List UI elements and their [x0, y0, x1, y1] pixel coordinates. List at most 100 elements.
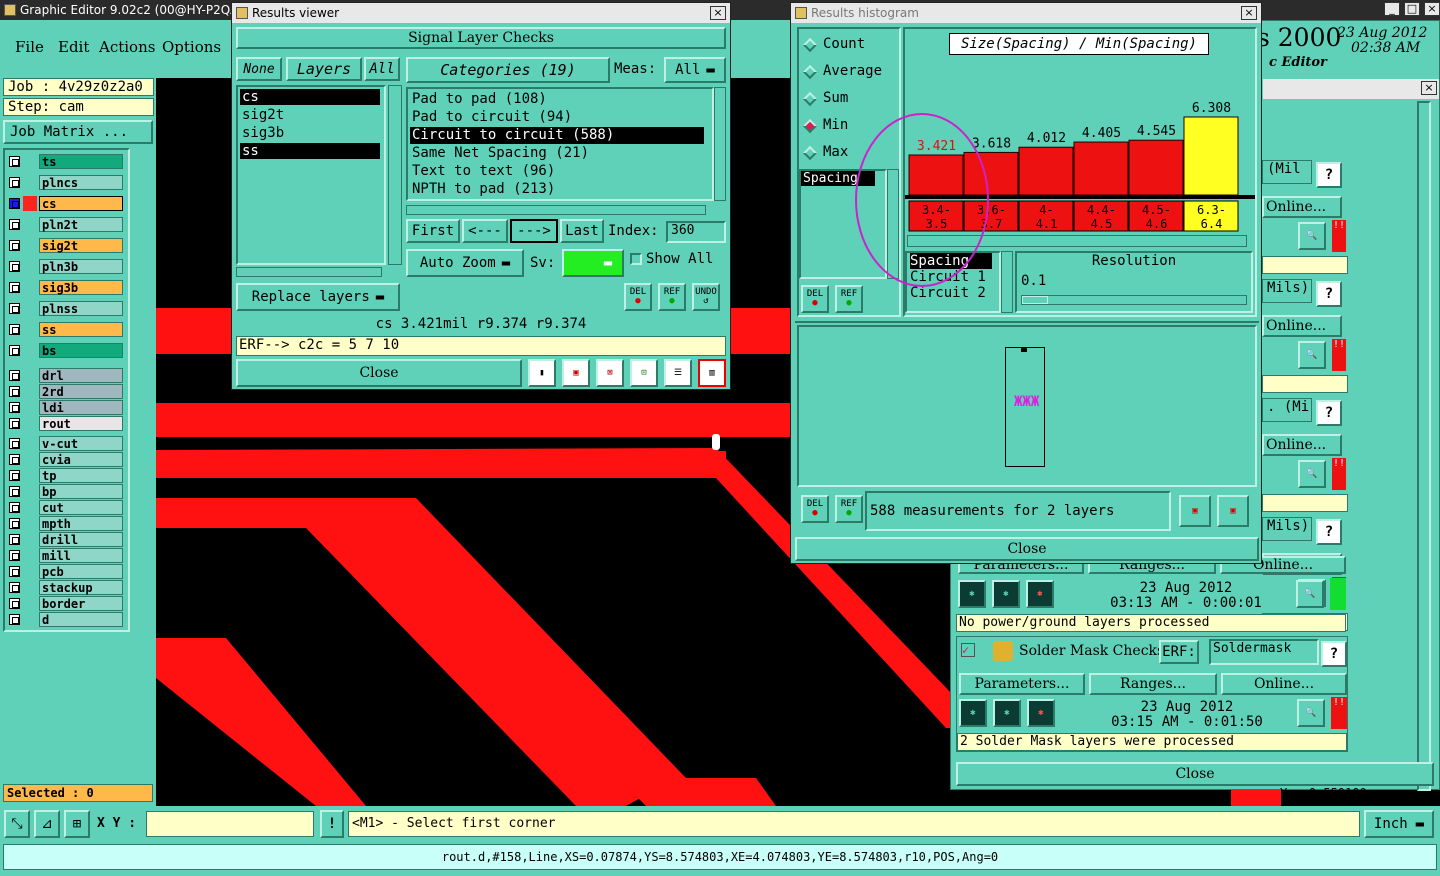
histogram-bar[interactable]	[1073, 141, 1129, 196]
erf-icon[interactable]: ⊠	[596, 359, 624, 387]
layer-row-stackup[interactable]: stackup	[7, 580, 125, 595]
resolution-slider[interactable]	[1021, 295, 1247, 305]
layer-row-ldi[interactable]: ldi	[7, 400, 125, 415]
histogram-close-button[interactable]: Close	[795, 537, 1259, 561]
layer-checkbox[interactable]	[9, 282, 20, 293]
next-button[interactable]: --->	[510, 219, 558, 243]
run-icon[interactable]: ✱	[992, 580, 1020, 608]
layer-row-border[interactable]: border	[7, 596, 125, 611]
category-item[interactable]: NPTH to pad (213)	[410, 181, 704, 198]
help-icon[interactable]: ?	[1316, 281, 1342, 307]
export-icon[interactable]: ▣	[1179, 495, 1211, 527]
layers-none-button[interactable]: None	[236, 57, 282, 81]
result-layer-item[interactable]: ss	[240, 143, 380, 159]
layer-row-bp[interactable]: bp	[7, 484, 125, 499]
layer-checkbox[interactable]	[9, 598, 20, 609]
erf-field[interactable]: Soldermask	[1209, 639, 1319, 665]
layer-name[interactable]: d	[39, 612, 123, 627]
layer-row-rout[interactable]: rout	[7, 416, 125, 431]
layer-row-plnss[interactable]: plnss	[7, 301, 125, 316]
layer-name[interactable]: ldi	[39, 400, 123, 415]
help-icon[interactable]: ?	[1321, 641, 1347, 667]
zoom-icon[interactable]: 🔍	[1297, 699, 1325, 727]
close-main-button[interactable]: ×	[1424, 2, 1440, 16]
range-field[interactable]: Mils)	[1262, 279, 1312, 303]
layer-name[interactable]: bp	[39, 484, 123, 499]
option-count[interactable]: Count	[799, 35, 895, 57]
run-icon[interactable]: ✱	[1026, 580, 1054, 608]
layer-name[interactable]: pln3b	[39, 259, 123, 274]
histogram-bar[interactable]	[1018, 146, 1074, 196]
layer-row-mill[interactable]: mill	[7, 548, 125, 563]
del-icon[interactable]: DEL ●	[801, 285, 829, 313]
layer-checkbox[interactable]	[9, 454, 20, 465]
chart-icon[interactable]: ▮	[528, 359, 556, 387]
layer-checkbox[interactable]	[9, 386, 20, 397]
layer-row-drill[interactable]: drill	[7, 532, 125, 547]
layer-checkbox[interactable]	[9, 566, 20, 577]
online-button[interactable]: Online...	[1262, 315, 1342, 337]
option-average[interactable]: Average	[799, 62, 895, 84]
layer-row-tp[interactable]: tp	[7, 468, 125, 483]
layer-row-pln2t[interactable]: pln2t	[7, 217, 125, 232]
layer-checkbox[interactable]	[9, 177, 20, 188]
layer-name[interactable]: ss	[39, 322, 123, 337]
layer-name[interactable]: mpth	[39, 516, 123, 531]
layer-name[interactable]: mill	[39, 548, 123, 563]
radio-icon[interactable]	[802, 91, 818, 107]
slider-thumb[interactable]	[1022, 296, 1048, 304]
range-field[interactable]: Mils)	[1262, 517, 1312, 541]
layer-checkbox[interactable]	[9, 156, 20, 167]
maximize-button[interactable]: □	[1404, 2, 1420, 16]
layer-row-ss[interactable]: ss	[7, 322, 125, 337]
layer-name[interactable]: tp	[39, 468, 123, 483]
layer-row-bs[interactable]: bs	[7, 343, 125, 358]
del-icon[interactable]: DEL ●	[624, 283, 652, 311]
layer-name[interactable]: drl	[39, 368, 123, 383]
report-icon[interactable]: ▣	[562, 359, 590, 387]
categories-hscroll[interactable]	[406, 205, 706, 215]
category-item[interactable]: Circuit to circuit (588)	[410, 127, 704, 144]
help-icon[interactable]: ?	[1316, 519, 1342, 545]
layer-name[interactable]: sig2t	[39, 238, 123, 253]
menu-options[interactable]: Options	[162, 38, 221, 56]
layer-name[interactable]: pcb	[39, 564, 123, 579]
del-icon[interactable]: DEL ●	[801, 495, 829, 523]
units-select[interactable]: Inch ▬	[1364, 810, 1434, 838]
category-item[interactable]: Pad to circuit (94)	[410, 109, 704, 126]
layer-checkbox[interactable]	[9, 198, 20, 209]
layer-row-v-cut[interactable]: v-cut	[7, 436, 125, 451]
info-icon[interactable]: !	[320, 810, 344, 838]
layer-checkbox[interactable]	[9, 438, 20, 449]
radio-icon[interactable]	[802, 145, 818, 161]
layer-name[interactable]: bs	[39, 343, 123, 358]
close-icon[interactable]: ×	[1241, 6, 1257, 20]
option-sum[interactable]: Sum	[799, 89, 895, 111]
run-icon[interactable]: ✱	[1027, 699, 1055, 727]
ranges-button[interactable]: Ranges...	[1089, 673, 1217, 695]
histogram-bar[interactable]	[1183, 116, 1239, 196]
layer-checkbox[interactable]	[9, 418, 20, 429]
import-icon[interactable]: ▣	[1217, 495, 1249, 527]
parameters-button[interactable]: Parameters...	[959, 673, 1085, 695]
ref-icon[interactable]: REF ●	[835, 495, 863, 523]
layer-row-ts[interactable]: ts	[7, 154, 125, 169]
histogram-icon[interactable]: ▥	[698, 359, 726, 387]
layer-name[interactable]: cvia	[39, 452, 123, 467]
zoom-icon[interactable]: 🔍	[1298, 460, 1326, 488]
result-layer-item[interactable]: sig3b	[240, 125, 380, 141]
category-item[interactable]: Pad to pad (108)	[410, 91, 704, 108]
layer-scrollbar[interactable]	[388, 85, 402, 265]
layer-checkbox[interactable]	[9, 324, 20, 335]
online-button[interactable]: Online...	[1262, 196, 1342, 218]
undo-icon[interactable]: UNDO ↺	[692, 283, 720, 311]
zoom-icon[interactable]: 🔍	[1298, 341, 1326, 369]
index-input[interactable]: 360	[666, 221, 726, 243]
notes-icon[interactable]: ☰	[664, 359, 692, 387]
layer-row-mpth[interactable]: mpth	[7, 516, 125, 531]
auto-zoom-select[interactable]: Auto Zoom ▬	[406, 249, 524, 277]
show-all-checkbox[interactable]	[630, 253, 642, 265]
layer-checkbox[interactable]	[9, 219, 20, 230]
layer-hscroll[interactable]	[236, 267, 382, 277]
meas-select[interactable]: All ▬	[664, 57, 726, 83]
